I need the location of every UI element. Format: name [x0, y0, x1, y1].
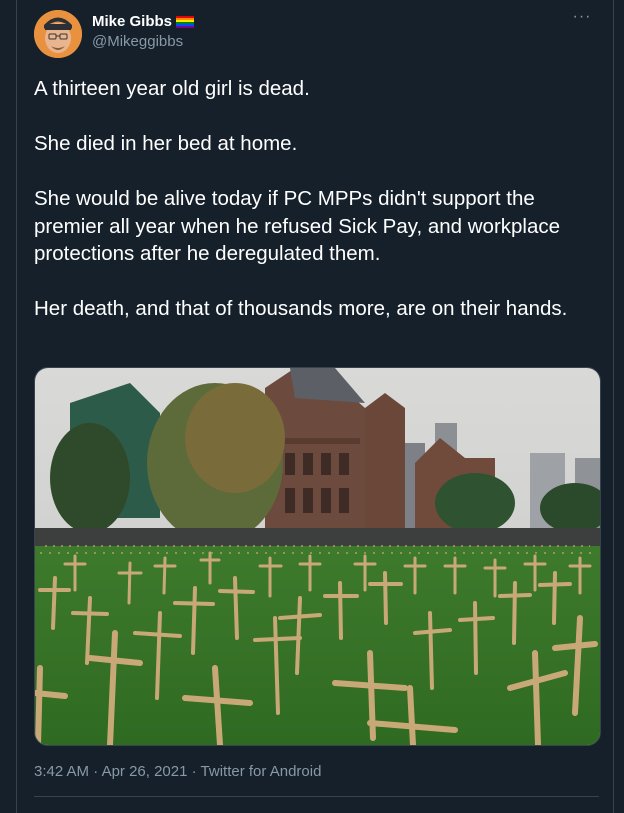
photo-crosses-on-lawn: [35, 368, 600, 745]
tweet-header: Mike Gibbs @Mikeggibbs ···: [34, 9, 604, 62]
rainbow-flag-icon: [176, 16, 195, 28]
meta-separator: ·: [93, 763, 102, 780]
divider: [34, 796, 599, 797]
tweet-meta: 3:42 AM · Apr 26, 2021 · Twitter for And…: [34, 762, 321, 782]
display-name-text: Mike Gibbs: [92, 13, 173, 30]
tweet-paragraph: She died in her bed at home.: [34, 132, 298, 155]
author-handle[interactable]: @Mikeggibbs: [92, 32, 194, 52]
author-names: Mike Gibbs @Mikeggibbs: [92, 12, 195, 52]
meta-separator: ·: [191, 763, 201, 780]
tweet-time[interactable]: 3:42 AM: [34, 763, 89, 780]
tweet-source[interactable]: Twitter for Android: [201, 763, 322, 780]
avatar[interactable]: [34, 10, 82, 58]
tweet-paragraph: Her death, and that of thousands more, a…: [34, 297, 568, 320]
avatar-image: [34, 10, 82, 58]
tweet-photo[interactable]: [34, 367, 601, 746]
left-border: [16, 0, 17, 813]
ellipsis-icon[interactable]: ···: [572, 9, 592, 30]
right-border: [613, 0, 614, 813]
tweet-text: A thirteen year old girl is dead. She di…: [34, 75, 604, 350]
tweet-paragraph: A thirteen year old girl is dead.: [34, 77, 310, 100]
tweet-date[interactable]: Apr 26, 2021: [102, 763, 188, 780]
tweet-container: Mike Gibbs @Mikeggibbs ··· A thirteen ye…: [0, 0, 624, 813]
tweet-paragraph: She would be alive today if PC MPPs didn…: [34, 187, 561, 265]
author-display-name[interactable]: Mike Gibbs: [92, 12, 195, 32]
